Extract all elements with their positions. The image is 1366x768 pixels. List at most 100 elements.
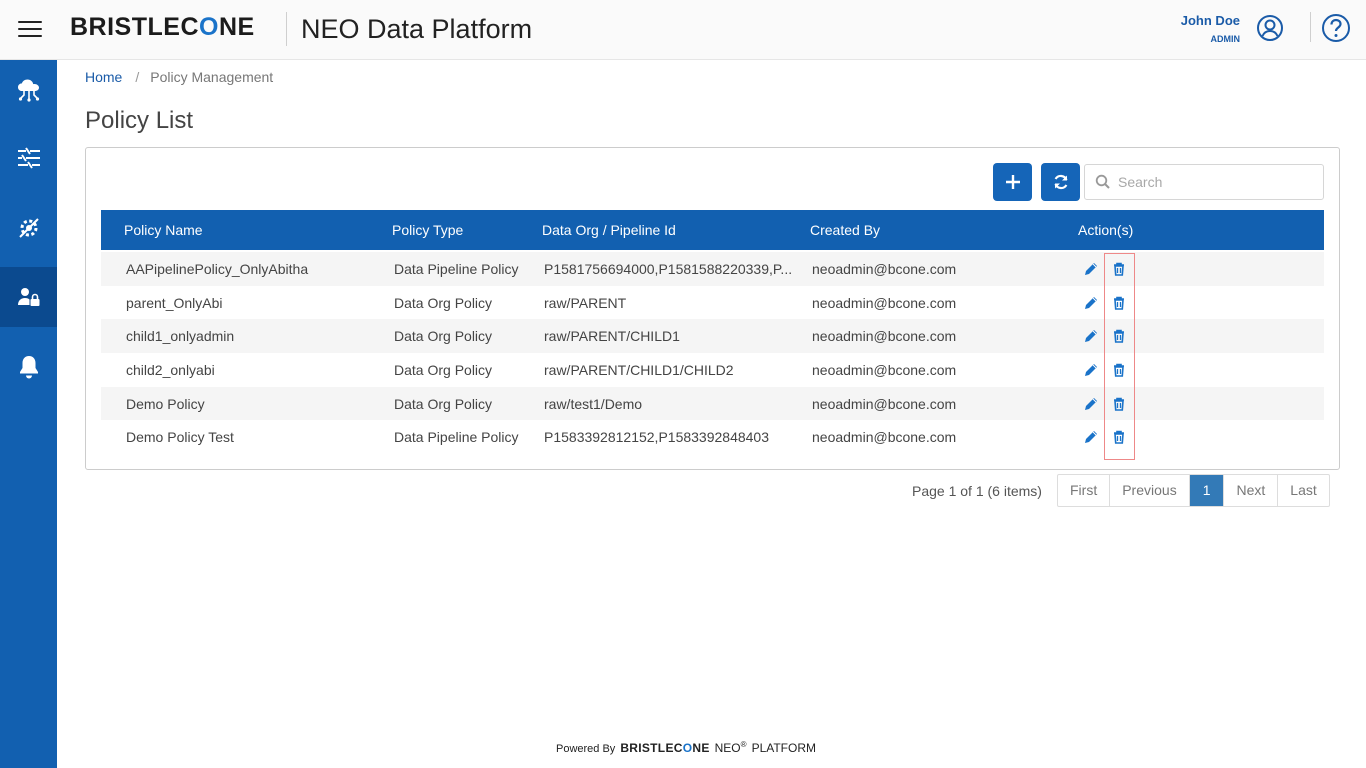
column-header-policy-type[interactable]: Policy Type [392, 222, 463, 238]
help-icon[interactable] [1321, 13, 1351, 43]
cell-policy-type: Data Org Policy [394, 361, 493, 378]
breadcrumb-separator: / [135, 69, 140, 85]
row-actions [1083, 362, 1127, 378]
edit-pencil-icon[interactable] [1083, 261, 1099, 277]
delete-trash-icon[interactable] [1111, 362, 1127, 378]
user-name: John Doe [1180, 13, 1240, 28]
cell-data-org: P1581756694000,P1581588220339,P... [544, 260, 793, 277]
brand-logo: BRISTLECONE [70, 13, 255, 41]
cloud-network-icon [17, 79, 39, 102]
edit-pencil-icon[interactable] [1083, 362, 1099, 378]
cell-created-by: neoadmin@bcone.com [812, 260, 957, 277]
cell-policy-name: child2_onlyabi [126, 361, 215, 378]
table-row: Demo Policy Test Data Pipeline Policy P158… [101, 420, 1324, 454]
sidebar-item-pipelines[interactable] [0, 128, 57, 188]
pagination-first-button[interactable]: First [1058, 475, 1109, 506]
delete-trash-icon[interactable] [1111, 396, 1127, 412]
policy-table: Policy Name Policy Type Data Org / Pipel… [101, 210, 1324, 460]
cell-data-org: raw/test1/Demo [544, 395, 643, 412]
footer-powered-by: Powered By [556, 743, 616, 755]
header-divider [286, 12, 287, 46]
pagination-previous-button[interactable]: Previous [1109, 475, 1188, 506]
user-info: John Doe ADMIN [1181, 13, 1240, 44]
cell-policy-name: child1_onlyadmin [126, 328, 235, 345]
pagination-current-page[interactable]: 1 [1188, 475, 1224, 506]
cell-data-org: raw/PARENT/CHILD1/CHILD2 [544, 361, 734, 378]
pagination-last-button[interactable]: Last [1277, 475, 1328, 506]
table-header: Policy Name Policy Type Data Org / Pipel… [101, 210, 1324, 250]
delete-trash-icon[interactable] [1111, 295, 1127, 311]
column-header-data-org[interactable]: Data Org / Pipeline Id [542, 222, 676, 238]
user-role: ADMIN [1210, 34, 1241, 44]
cell-created-by: neoadmin@bcone.com [812, 429, 957, 446]
page-title: Policy List [85, 107, 194, 134]
delete-trash-icon[interactable] [1111, 429, 1127, 445]
refresh-button[interactable] [1041, 163, 1080, 201]
cell-policy-name: Demo Policy [126, 395, 205, 412]
cell-data-org: P1583392812152,P1583392848403 [544, 429, 770, 446]
search-box [1084, 164, 1324, 200]
edit-pencil-icon[interactable] [1083, 295, 1099, 311]
cell-policy-name: Demo Policy Test [126, 429, 234, 446]
user-account-icon[interactable] [1256, 14, 1284, 42]
footer-brand-logo: BRISTLECONE [620, 741, 710, 755]
footer-platform: PLATFORM [751, 741, 817, 755]
user-lock-icon [17, 288, 39, 306]
row-actions [1083, 328, 1127, 344]
hamburger-menu-icon[interactable] [18, 21, 42, 39]
cell-policy-type: Data Pipeline Policy [394, 429, 519, 446]
delete-trash-icon[interactable] [1111, 328, 1127, 344]
row-actions [1083, 261, 1127, 277]
refresh-icon [1053, 174, 1068, 190]
sidebar-item-policy-management[interactable] [0, 267, 57, 327]
cell-created-by: neoadmin@bcone.com [812, 294, 957, 311]
sidebar-item-data-cloud[interactable] [0, 60, 57, 120]
cell-policy-type: Data Org Policy [394, 294, 493, 311]
breadcrumb-home-link[interactable]: Home [85, 69, 122, 85]
edit-pencil-icon[interactable] [1083, 328, 1099, 344]
add-policy-button[interactable] [993, 163, 1032, 201]
cell-created-by: neoadmin@bcone.com [812, 395, 957, 412]
table-row: AAPipelinePolicy_OnlyAbitha Data Pipeline… [101, 252, 1324, 286]
pagination-info: Page 1 of 1 (6 items) [912, 483, 1042, 499]
footer: Powered By BRISTLECONE NEO® PLATFORM [556, 740, 816, 755]
cell-created-by: neoadmin@bcone.com [812, 328, 957, 345]
plus-icon [1005, 175, 1020, 189]
column-header-policy-name[interactable]: Policy Name [124, 222, 203, 238]
app-header: BRISTLECONE NEO Data Platform John Doe A… [0, 0, 1366, 60]
pipeline-icon [17, 147, 40, 169]
settings-gear-icon [18, 218, 39, 238]
row-actions [1083, 396, 1127, 412]
policy-list-panel: Policy Name Policy Type Data Org / Pipel… [85, 147, 1340, 470]
bell-icon [19, 356, 38, 379]
table-row: child2_onlyabi Data Org Policy raw/PARENT/… [101, 353, 1324, 387]
cell-policy-name: AAPipelinePolicy_OnlyAbitha [126, 260, 309, 277]
delete-trash-icon[interactable] [1111, 261, 1127, 277]
edit-pencil-icon[interactable] [1083, 396, 1099, 412]
cell-policy-type: Data Pipeline Policy [394, 260, 519, 277]
table-body: AAPipelinePolicy_OnlyAbitha Data Pipeline… [101, 252, 1324, 454]
pagination-next-button[interactable]: Next [1223, 475, 1277, 506]
sidebar [0, 60, 57, 768]
search-icon [1095, 174, 1110, 189]
column-header-created-by[interactable]: Created By [810, 222, 880, 238]
cell-data-org: raw/PARENT/CHILD1 [544, 328, 680, 345]
edit-pencil-icon[interactable] [1083, 429, 1099, 445]
pagination: First Previous 1 Next Last [1057, 474, 1330, 507]
table-row: parent_OnlyAbi Data Org Policy raw/PARENT n… [101, 286, 1324, 320]
cell-data-org: raw/PARENT [544, 294, 627, 311]
sidebar-item-notifications[interactable] [0, 337, 57, 397]
sidebar-item-settings[interactable] [0, 198, 57, 258]
footer-neo: NEO® [714, 740, 747, 755]
cell-created-by: neoadmin@bcone.com [812, 361, 957, 378]
cell-policy-name: parent_OnlyAbi [126, 294, 223, 311]
breadcrumb: Home / Policy Management [85, 69, 273, 85]
cell-policy-type: Data Org Policy [394, 395, 493, 412]
app-title: NEO Data Platform [301, 14, 533, 44]
row-actions [1083, 429, 1127, 445]
table-row: child1_onlyadmin Data Org Policy raw/PAREN… [101, 319, 1324, 354]
search-input[interactable] [1118, 169, 1318, 195]
cell-policy-type: Data Org Policy [394, 328, 493, 345]
breadcrumb-current: Policy Management [150, 69, 274, 85]
column-header-actions: Action(s) [1078, 222, 1134, 238]
